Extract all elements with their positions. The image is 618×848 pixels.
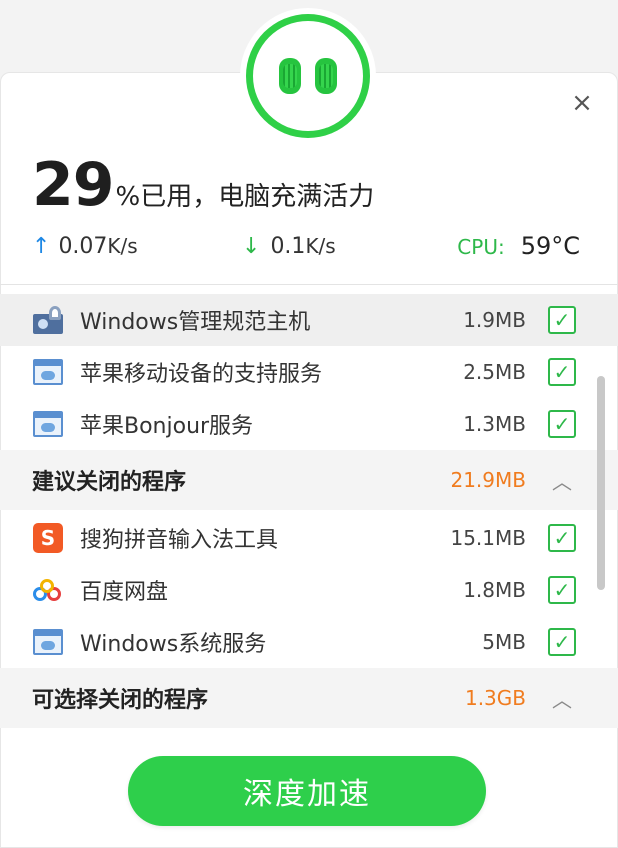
process-checkbox[interactable]: ✓ <box>548 524 576 552</box>
list-item[interactable]: 百度网盘 1.8MB ✓ <box>0 564 618 616</box>
mascot-logo <box>240 8 376 144</box>
upload-value: 0.07 <box>58 233 108 259</box>
list-item[interactable]: Windows管理规范主机 1.9MB ✓ <box>0 294 618 346</box>
process-size: 1.9MB <box>463 308 526 332</box>
process-checkbox[interactable]: ✓ <box>548 306 576 334</box>
process-checkbox[interactable]: ✓ <box>548 358 576 386</box>
list-item[interactable]: Windows系统服务 5MB ✓ <box>0 616 618 668</box>
process-size: 1.8MB <box>463 578 526 602</box>
process-checkbox[interactable]: ✓ <box>548 410 576 438</box>
gear-host-icon <box>32 305 64 335</box>
check-icon: ✓ <box>553 578 571 602</box>
chevron-up-icon[interactable]: ︿ <box>548 684 576 713</box>
check-icon: ✓ <box>553 526 571 550</box>
window-service-icon <box>32 627 64 657</box>
process-size: 15.1MB <box>450 526 526 550</box>
download-speed: ↓ 0.1K/s <box>242 234 336 259</box>
mascot-left-eye <box>279 58 301 94</box>
divider <box>0 284 618 285</box>
list-item[interactable]: 苹果移动设备的支持服务 2.5MB ✓ <box>0 346 618 398</box>
scrollbar[interactable] <box>597 376 605 590</box>
network-cpu-stats: ↑ 0.07K/s ↓ 0.1K/s CPU: 59°C <box>32 228 588 264</box>
section-optional-close[interactable]: 可选择关闭的程序 1.3GB ︿ <box>0 668 618 728</box>
process-checkbox[interactable]: ✓ <box>548 628 576 656</box>
cpu-value: 59°C <box>520 232 580 260</box>
check-icon: ✓ <box>553 360 571 384</box>
cpu-label: CPU: <box>457 235 505 259</box>
window-service-icon <box>32 409 64 439</box>
download-arrow-icon: ↓ <box>242 233 261 259</box>
section-recommended-close[interactable]: 建议关闭的程序 21.9MB ︿ <box>0 450 618 510</box>
sogou-icon: S <box>32 523 64 553</box>
cpu-temperature: CPU: 59°C <box>457 232 580 260</box>
deep-boost-button[interactable]: 深度加速 <box>128 756 486 826</box>
sogou-glyph: S <box>33 523 63 553</box>
chevron-up-icon[interactable]: ︿ <box>548 466 576 495</box>
process-size: 1.3MB <box>463 412 526 436</box>
check-icon: ✓ <box>553 412 571 436</box>
process-size: 2.5MB <box>463 360 526 384</box>
process-name: Windows管理规范主机 <box>80 310 311 335</box>
process-name: Windows系统服务 <box>80 632 267 657</box>
mascot-ring <box>246 14 370 138</box>
usage-percent: 29 <box>32 150 114 220</box>
process-size: 5MB <box>482 630 526 654</box>
baidu-netdisk-icon <box>32 575 64 605</box>
section-size: 1.3GB <box>464 686 526 710</box>
close-icon[interactable]: × <box>567 88 597 118</box>
window-service-icon <box>32 357 64 387</box>
check-icon: ✓ <box>553 308 571 332</box>
process-name: 苹果移动设备的支持服务 <box>80 362 323 387</box>
process-name: 搜狗拼音输入法工具 <box>80 528 279 553</box>
upload-speed: ↑ 0.07K/s <box>32 234 138 259</box>
memory-usage: 29 %已用，电脑充满活力 <box>32 150 374 220</box>
upload-arrow-icon: ↑ <box>32 233 51 259</box>
usage-text: %已用，电脑充满活力 <box>115 182 375 212</box>
upload-unit: K/s <box>107 233 138 258</box>
mascot-right-eye <box>315 58 337 94</box>
list-item[interactable]: S 搜狗拼音输入法工具 15.1MB ✓ <box>0 512 618 564</box>
section-title: 可选择关闭的程序 <box>32 688 209 713</box>
list-item[interactable]: 苹果Bonjour服务 1.3MB ✓ <box>0 398 618 450</box>
check-icon: ✓ <box>553 630 571 654</box>
mascot-face <box>253 21 363 131</box>
process-name: 百度网盘 <box>80 580 169 605</box>
section-title: 建议关闭的程序 <box>32 470 187 495</box>
process-checkbox[interactable]: ✓ <box>548 576 576 604</box>
download-value: 0.1 <box>270 233 306 259</box>
process-name: 苹果Bonjour服务 <box>80 414 254 439</box>
section-size: 21.9MB <box>450 468 526 492</box>
download-unit: K/s <box>305 233 336 258</box>
